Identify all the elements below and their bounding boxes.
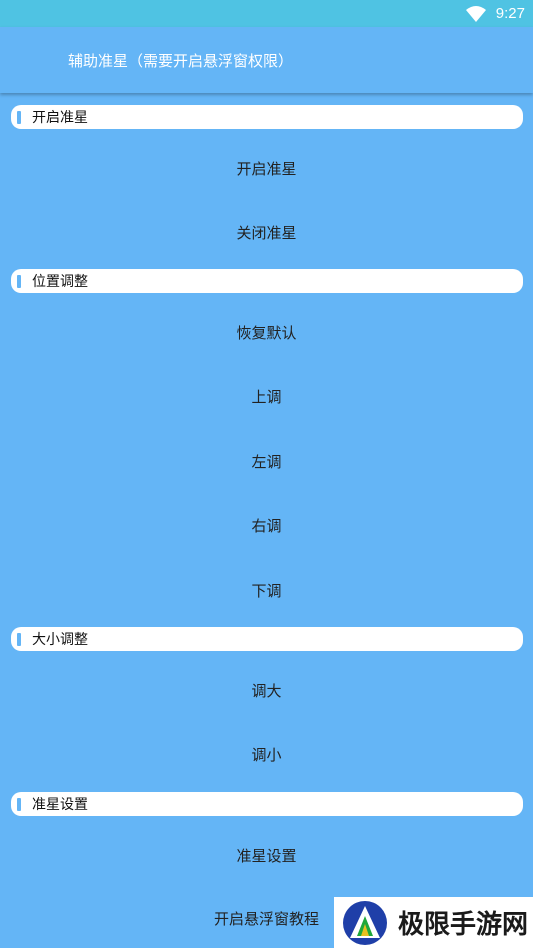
menu-item-label: 调大	[251, 681, 282, 700]
section-marker	[17, 110, 21, 124]
menu-item-label: 恢复默认	[236, 323, 297, 342]
section-marker	[17, 632, 21, 646]
enable-crosshair-button[interactable]: 开启准星	[0, 148, 533, 188]
move-left-button[interactable]: 左调	[0, 441, 533, 481]
menu-item-label: 右调	[251, 516, 282, 535]
section-marker	[17, 797, 21, 811]
site-logo-icon	[343, 900, 387, 945]
section-marker	[17, 274, 21, 288]
wifi-icon	[465, 5, 486, 22]
app-bar: 辅助准星（需要开启悬浮窗权限）	[0, 27, 533, 93]
move-up-button[interactable]: 上调	[0, 376, 533, 416]
size-down-button[interactable]: 调小	[0, 734, 533, 774]
menu-item-label: 准星设置	[236, 846, 297, 865]
section-title: 位置调整	[32, 274, 88, 290]
clock: 9:27	[495, 5, 525, 22]
menu-item-label: 关闭准星	[236, 223, 297, 242]
section-header-crosshair-settings: 准星设置	[11, 792, 523, 816]
section-header-position: 位置调整	[11, 269, 523, 293]
page-title: 辅助准星（需要开启悬浮窗权限）	[68, 51, 294, 70]
menu-item-label: 调小	[251, 745, 282, 764]
section-title: 大小调整	[32, 632, 88, 648]
watermark: 极限手游网	[334, 897, 533, 948]
menu-item-label: 上调	[251, 387, 282, 406]
crosshair-settings-button[interactable]: 准星设置	[0, 835, 533, 875]
restore-default-button[interactable]: 恢复默认	[0, 312, 533, 352]
section-header-size: 大小调整	[11, 627, 523, 651]
move-down-button[interactable]: 下调	[0, 570, 533, 610]
menu-item-label: 下调	[251, 581, 282, 600]
section-title: 准星设置	[32, 797, 88, 813]
size-up-button[interactable]: 调大	[0, 670, 533, 710]
section-header-enable-crosshair: 开启准星	[11, 105, 523, 129]
menu-item-label: 开启悬浮窗教程	[213, 909, 319, 928]
menu-item-label: 开启准星	[236, 159, 297, 178]
disable-crosshair-button[interactable]: 关闭准星	[0, 212, 533, 252]
menu-item-label: 左调	[251, 452, 282, 471]
watermark-text: 极限手游网	[398, 910, 529, 940]
status-bar: 9:27	[0, 0, 533, 27]
move-right-button[interactable]: 右调	[0, 505, 533, 545]
section-title: 开启准星	[32, 110, 88, 126]
